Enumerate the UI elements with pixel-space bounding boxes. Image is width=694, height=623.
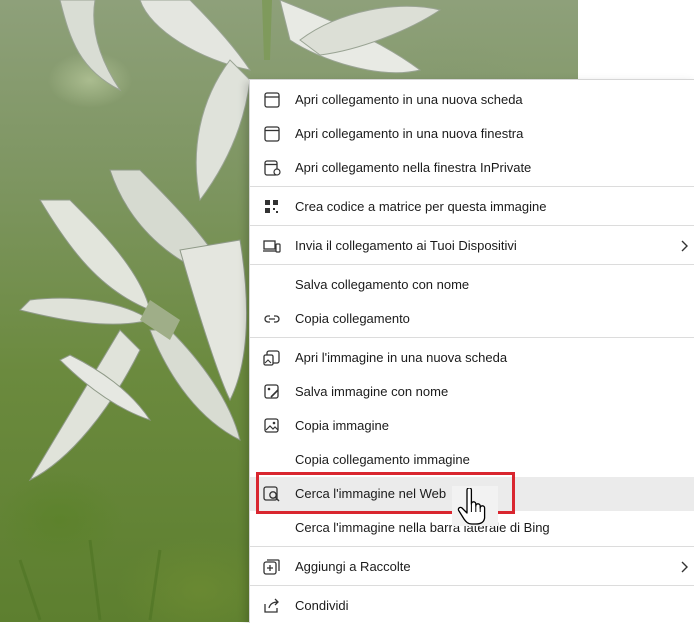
context-menu: Apri collegamento in una nuova scheda Ap… — [249, 79, 694, 623]
menu-item-open-link-new-window[interactable]: Apri collegamento in una nuova finestra — [250, 117, 694, 151]
menu-item-open-image-new-tab[interactable]: Apri l'immagine in una nuova scheda — [250, 341, 694, 375]
menu-item-label: Cerca l'immagine nella barra laterale di… — [295, 520, 550, 535]
menu-item-copy-image[interactable]: Copia immagine — [250, 409, 694, 443]
menu-item-save-image-as[interactable]: Salva immagine con nome — [250, 375, 694, 409]
inprivate-window-icon — [264, 160, 281, 176]
image-new-tab-icon — [263, 350, 280, 366]
menu-item-save-link-as[interactable]: Salva collegamento con nome — [250, 268, 694, 302]
menu-item-label: Copia immagine — [295, 418, 389, 433]
menu-item-create-qr-code[interactable]: Crea codice a matrice per questa immagin… — [250, 190, 694, 224]
new-window-icon — [264, 126, 280, 142]
menu-item-label: Copia collegamento — [295, 311, 410, 326]
menu-item-label: Invia il collegamento ai Tuoi Dispositiv… — [295, 238, 517, 253]
menu-separator — [250, 225, 694, 226]
devices-icon — [263, 240, 281, 253]
menu-separator — [250, 546, 694, 547]
share-icon — [264, 598, 279, 613]
menu-item-label: Apri collegamento in una nuova scheda — [295, 92, 523, 107]
menu-item-label: Salva immagine con nome — [295, 384, 449, 399]
menu-separator — [250, 186, 694, 187]
menu-separator — [250, 264, 694, 265]
save-image-icon — [264, 384, 279, 399]
menu-item-label: Apri collegamento in una nuova finestra — [295, 126, 524, 141]
menu-item-open-link-inprivate[interactable]: Apri collegamento nella finestra InPriva… — [250, 151, 694, 185]
menu-item-send-to-devices[interactable]: Invia il collegamento ai Tuoi Dispositiv… — [250, 229, 694, 263]
menu-item-label: Salva collegamento con nome — [295, 277, 470, 292]
menu-item-label: Apri collegamento nella finestra InPriva… — [295, 160, 532, 175]
new-tab-icon — [264, 92, 280, 108]
menu-separator — [250, 585, 694, 586]
chevron-right-icon — [681, 240, 688, 252]
menu-item-copy-link[interactable]: Copia collegamento — [250, 302, 694, 336]
chevron-right-icon — [681, 561, 688, 573]
image-icon — [264, 418, 279, 433]
menu-item-label: Apri l'immagine in una nuova scheda — [295, 350, 508, 365]
menu-item-label: Aggiungi a Raccolte — [295, 559, 411, 574]
qr-code-icon — [265, 200, 278, 213]
hand-pointer-icon — [457, 488, 486, 525]
collections-icon — [263, 559, 280, 575]
menu-item-label: Condividi — [295, 598, 349, 613]
menu-item-open-link-new-tab[interactable]: Apri collegamento in una nuova scheda — [250, 83, 694, 117]
menu-item-add-to-collections[interactable]: Aggiungi a Raccolte — [250, 550, 694, 584]
menu-item-label: Crea codice a matrice per questa immagin… — [295, 199, 547, 214]
menu-separator — [250, 337, 694, 338]
link-icon — [264, 315, 280, 323]
menu-item-share[interactable]: Condividi — [250, 589, 694, 623]
